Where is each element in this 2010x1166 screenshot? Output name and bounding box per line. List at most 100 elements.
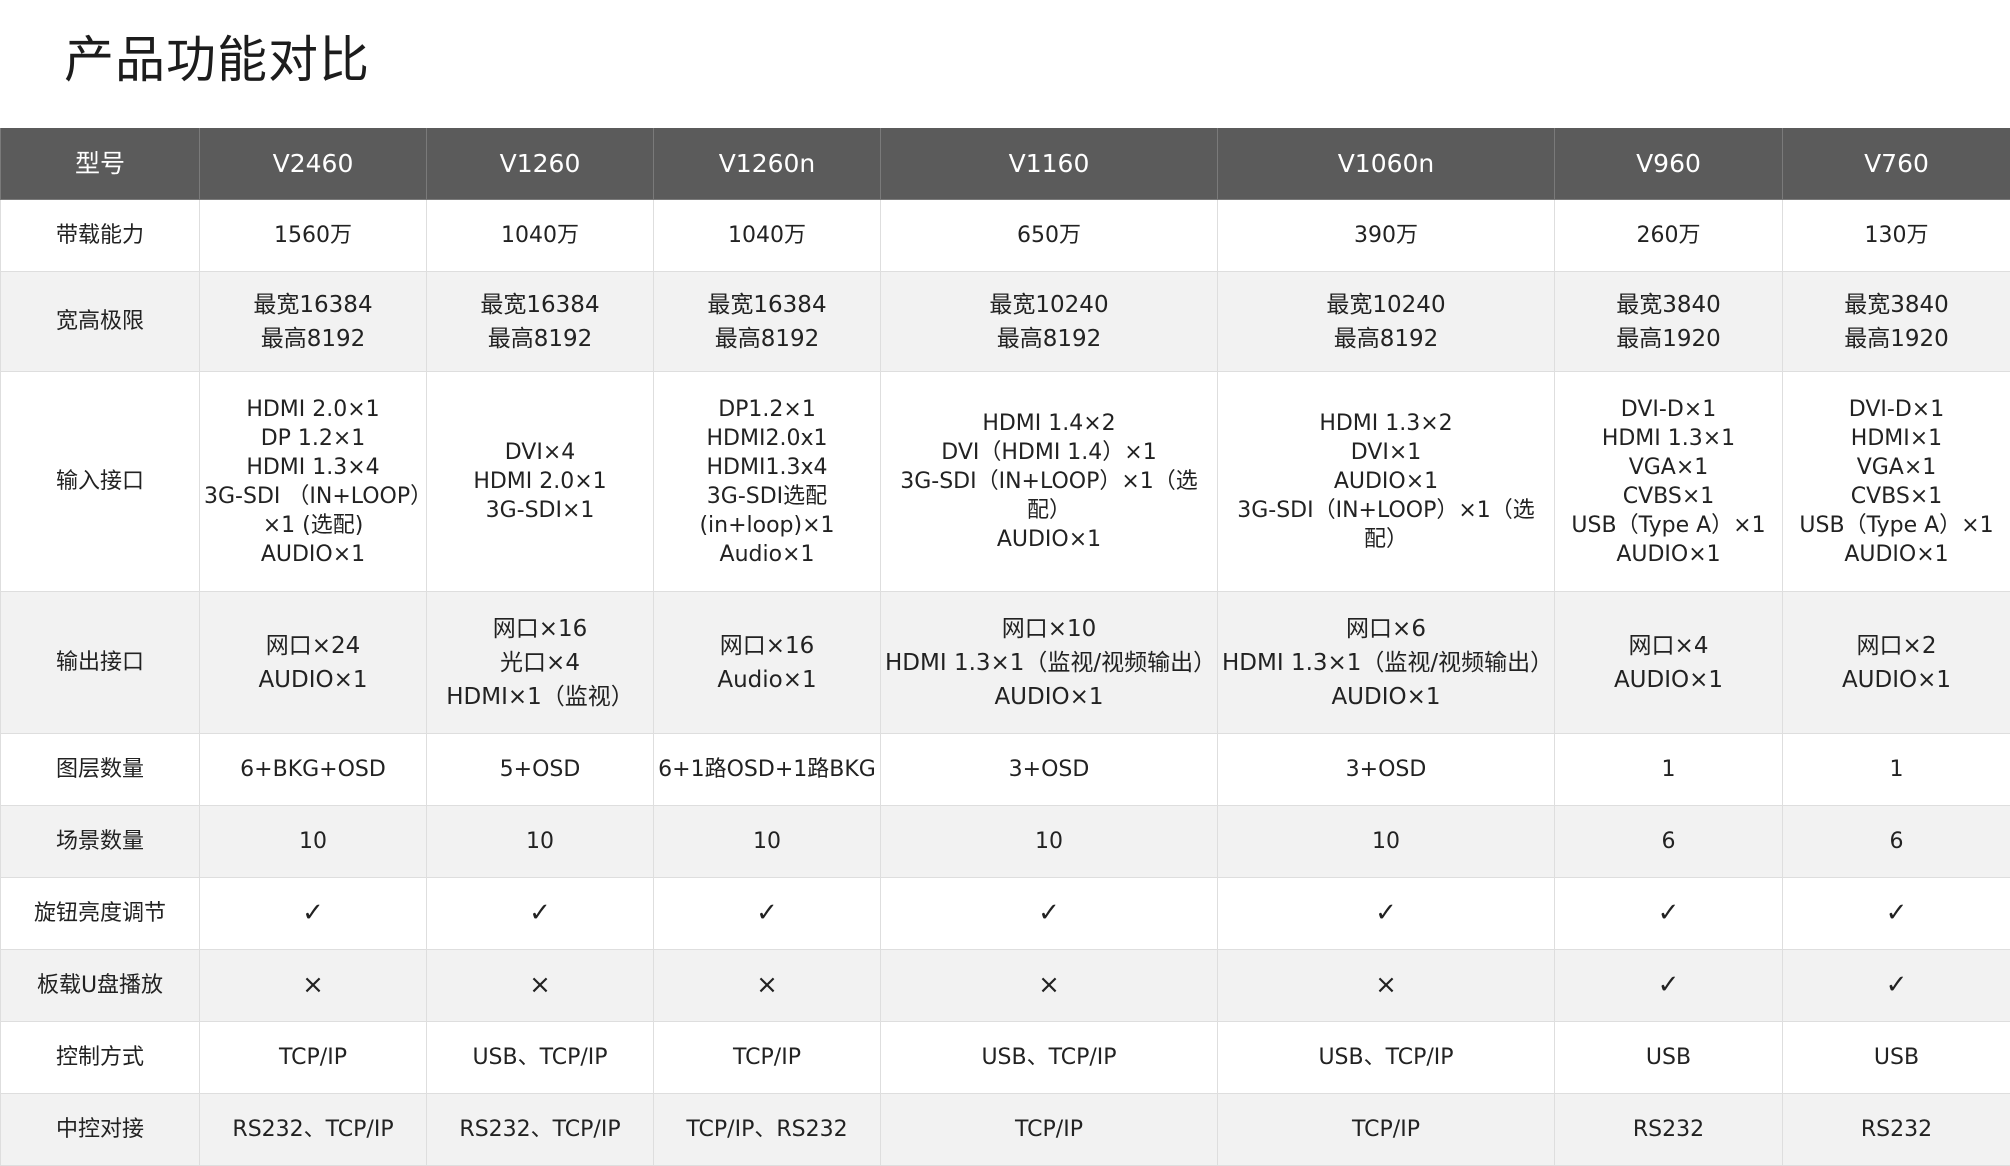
table-cell: 390万 [1218, 200, 1555, 272]
table-cell: 3+OSD [1218, 734, 1555, 806]
table-cell: 最宽3840最高1920 [1555, 272, 1783, 372]
table-row: 中控对接RS232、TCP/IPRS232、TCP/IPTCP/IP、RS232… [1, 1094, 2010, 1166]
table-cell: TCP/IP、RS232 [654, 1094, 881, 1166]
cell-text-line: DVI-D×1 [1787, 395, 2006, 424]
row-label: 旋钮亮度调节 [1, 878, 200, 950]
cell-text-line: 网口×16 [431, 612, 649, 646]
cell-text-line: HDMI1.3x4 [658, 453, 876, 482]
cell-text-line: 6+BKG+OSD [204, 755, 422, 784]
cell-text-line: 390万 [1222, 221, 1550, 250]
cell-text-line: HDMI 2.0×1 [204, 395, 422, 424]
header-cell-model: V1160 [881, 128, 1218, 200]
table-row: 旋钮亮度调节✓✓✓✓✓✓✓ [1, 878, 2010, 950]
cell-text-line: DVI×1 [1222, 438, 1550, 467]
cell-text-line: 网口×10 [885, 612, 1213, 646]
cell-text-line: HDMI 1.4×2 [885, 409, 1213, 438]
cell-text-line: 最宽10240 [885, 288, 1213, 322]
header-cell-model: V1260 [427, 128, 654, 200]
table-cell: ✓ [1218, 878, 1555, 950]
table-cell: 最宽16384最高8192 [427, 272, 654, 372]
row-label: 宽高极限 [1, 272, 200, 372]
cell-text-line: 最宽3840 [1559, 288, 1778, 322]
header-row: 型号 V2460 V1260 V1260n V1160 V1060n V960 … [1, 128, 2010, 200]
cell-text-line: TCP/IP [1222, 1115, 1550, 1144]
table-cell: TCP/IP [881, 1094, 1218, 1166]
table-row: 图层数量6+BKG+OSD5+OSD6+1路OSD+1路BKG3+OSD3+OS… [1, 734, 2010, 806]
cell-text-line: USB（Type A）×1 [1787, 511, 2006, 540]
table-cell: HDMI 1.3×2DVI×1AUDIO×13G-SDI（IN+LOOP）×1（… [1218, 372, 1555, 592]
cell-text-line: HDMI 1.3×1（监视/视频输出） [1222, 646, 1550, 680]
header-cell-model: V760 [1783, 128, 2010, 200]
table-cell: 6 [1555, 806, 1783, 878]
table-cell: ✓ [1555, 950, 1783, 1022]
cell-text-line: DP1.2×1 [658, 395, 876, 424]
check-mark-icon: ✓ [204, 899, 422, 928]
cell-text-line: 260万 [1559, 221, 1778, 250]
cell-text-line: CVBS×1 [1787, 482, 2006, 511]
table-cell: 1 [1783, 734, 2010, 806]
row-label: 带载能力 [1, 200, 200, 272]
cell-text-line: HDMI×1 [1787, 424, 2006, 453]
table-cell: 260万 [1555, 200, 1783, 272]
table-cell: 网口×10HDMI 1.3×1（监视/视频输出）AUDIO×1 [881, 592, 1218, 734]
table-cell: 最宽3840最高1920 [1783, 272, 2010, 372]
cell-text-line: HDMI 1.3×2 [1222, 409, 1550, 438]
table-cell: 网口×16光口×4HDMI×1（监视） [427, 592, 654, 734]
cell-text-line: 最高8192 [658, 322, 876, 356]
cell-text-line: AUDIO×1 [204, 540, 422, 569]
table-cell: 网口×6HDMI 1.3×1（监视/视频输出）AUDIO×1 [1218, 592, 1555, 734]
cell-text-line: 130万 [1787, 221, 2006, 250]
table-cell: RS232、TCP/IP [200, 1094, 427, 1166]
header-cell-model: V1060n [1218, 128, 1555, 200]
cross-mark-icon: × [885, 971, 1213, 1000]
table-cell: ✓ [1783, 878, 2010, 950]
table-cell: 10 [881, 806, 1218, 878]
table-cell: DVI-D×1HDMI×1VGA×1CVBS×1USB（Type A）×1AUD… [1783, 372, 2010, 592]
cell-text-line: 1 [1559, 755, 1778, 784]
table-cell: 10 [200, 806, 427, 878]
cell-text-line: 最宽16384 [431, 288, 649, 322]
table-cell: × [881, 950, 1218, 1022]
cell-text-line: 3G-SDI×1 [431, 496, 649, 525]
table-cell: TCP/IP [1218, 1094, 1555, 1166]
cell-text-line: USB [1559, 1043, 1778, 1072]
cell-text-line: 10 [431, 827, 649, 856]
table-cell: 3+OSD [881, 734, 1218, 806]
cell-text-line: 10 [658, 827, 876, 856]
table-cell: TCP/IP [200, 1022, 427, 1094]
cell-text-line: HDMI×1（监视） [431, 680, 649, 714]
table-cell: HDMI 1.4×2DVI（HDMI 1.4）×13G-SDI（IN+LOOP）… [881, 372, 1218, 592]
cell-text-line: TCP/IP、RS232 [658, 1115, 876, 1144]
page-title: 产品功能对比 [64, 20, 370, 92]
table-cell: 10 [1218, 806, 1555, 878]
cell-text-line: 1 [1787, 755, 2006, 784]
cell-text-line: 网口×16 [658, 629, 876, 663]
cell-text-line: TCP/IP [885, 1115, 1213, 1144]
cell-text-line: 网口×24 [204, 629, 422, 663]
table-cell: × [654, 950, 881, 1022]
check-mark-icon: ✓ [1559, 899, 1778, 928]
cell-text-line: HDMI 2.0×1 [431, 467, 649, 496]
cell-text-line: HDMI2.0x1 [658, 424, 876, 453]
cell-text-line: 6 [1559, 827, 1778, 856]
cell-text-line: RS232、TCP/IP [204, 1115, 422, 1144]
cell-text-line: 最高8192 [1222, 322, 1550, 356]
cell-text-line: AUDIO×1 [204, 663, 422, 697]
cell-text-line: 网口×2 [1787, 629, 2006, 663]
cell-text-line: RS232 [1787, 1115, 2006, 1144]
cell-text-line: TCP/IP [658, 1043, 876, 1072]
table-cell: 5+OSD [427, 734, 654, 806]
row-label: 场景数量 [1, 806, 200, 878]
table-cell: TCP/IP [654, 1022, 881, 1094]
table-cell: × [200, 950, 427, 1022]
cell-text-line: 650万 [885, 221, 1213, 250]
table-cell: USB [1783, 1022, 2010, 1094]
row-label: 中控对接 [1, 1094, 200, 1166]
table-cell: ✓ [654, 878, 881, 950]
table-cell: DVI×4HDMI 2.0×13G-SDI×1 [427, 372, 654, 592]
table-row: 输入接口HDMI 2.0×1DP 1.2×1HDMI 1.3×43G-SDI （… [1, 372, 2010, 592]
cell-text-line: VGA×1 [1559, 453, 1778, 482]
cell-text-line: 最高8192 [431, 322, 649, 356]
table-cell: DVI-D×1HDMI 1.3×1VGA×1CVBS×1USB（Type A）×… [1555, 372, 1783, 592]
header-cell-model: V960 [1555, 128, 1783, 200]
